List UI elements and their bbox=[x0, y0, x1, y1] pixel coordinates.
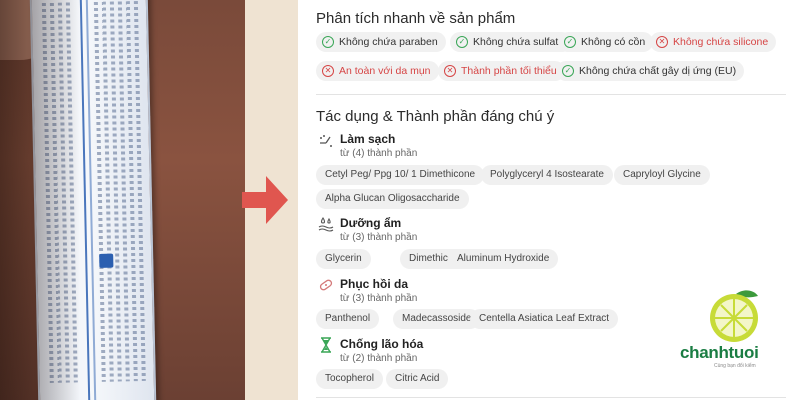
chip-silicone: ✕ Không chứa silicone bbox=[650, 32, 777, 52]
chip-acne-safe: ✕ An toàn với da mụn bbox=[316, 61, 439, 81]
chip-no-allergens: ✓ Không chứa chất gây dị ứng (EU) bbox=[556, 61, 745, 81]
lemon-logo-icon bbox=[710, 290, 758, 342]
ingredient-tag[interactable]: Glycerin bbox=[316, 249, 371, 269]
ingredient-tag[interactable]: Cetyl Peg/ Ppg 10/ 1 Dimethicone bbox=[316, 165, 485, 185]
chip-no-paraben: ✓ Không chứa paraben bbox=[316, 32, 446, 52]
category-count: từ (3) thành phần bbox=[340, 293, 418, 304]
box-logo bbox=[99, 253, 114, 268]
category-cleansing: Làm sạch bbox=[340, 132, 396, 146]
category-count: từ (4) thành phần bbox=[340, 148, 418, 159]
brand-tagline: Cùng bạn đổi kiểm bbox=[714, 363, 756, 369]
category-moisturizing: Dưỡng ẩm bbox=[340, 216, 402, 230]
hourglass-icon bbox=[321, 337, 331, 353]
chip-no-sulfate: ✓ Không chứa sulfate bbox=[450, 32, 573, 52]
check-circle-icon: ✓ bbox=[322, 36, 334, 48]
ingredient-tag[interactable]: Tocopherol bbox=[316, 369, 383, 389]
check-circle-icon: ✓ bbox=[562, 65, 574, 77]
ingredient-tag[interactable]: Alpha Glucan Oligosaccharide bbox=[316, 189, 469, 209]
product-photo bbox=[0, 0, 245, 400]
brand-name: chanhtuoi bbox=[680, 343, 759, 362]
chip-no-alcohol: ✓ Không có cồn bbox=[558, 32, 654, 52]
bottom-divider bbox=[316, 397, 786, 398]
effects-title: Tác dụng & Thành phần đáng chú ý bbox=[316, 108, 555, 125]
x-circle-icon: ✕ bbox=[444, 65, 456, 77]
category-count: từ (3) thành phần bbox=[340, 232, 418, 243]
right-arrow-icon bbox=[242, 176, 288, 224]
category-count: từ (2) thành phần bbox=[340, 353, 418, 364]
ingredient-tag[interactable]: Citric Acid bbox=[386, 369, 449, 389]
x-circle-icon: ✕ bbox=[322, 65, 334, 77]
category-anti-aging: Chống lão hóa bbox=[340, 337, 424, 351]
cleansing-icon bbox=[320, 135, 332, 147]
ingredient-tag[interactable]: Aluminum Hydroxide bbox=[448, 249, 559, 269]
ingredient-tag[interactable]: Madecassoside bbox=[393, 309, 481, 329]
section-divider bbox=[316, 94, 786, 95]
ingredient-tag[interactable]: Capryloyl Glycine bbox=[614, 165, 710, 185]
category-repair: Phục hồi da bbox=[340, 277, 409, 291]
ingredient-tag[interactable]: Centella Asiatica Leaf Extract bbox=[470, 309, 619, 329]
x-circle-icon: ✕ bbox=[656, 36, 668, 48]
ingredient-tag[interactable]: Panthenol bbox=[316, 309, 380, 329]
chip-minimal-ingredients: ✕ Thành phần tối thiểu bbox=[438, 61, 565, 81]
check-circle-icon: ✓ bbox=[456, 36, 468, 48]
check-circle-icon: ✓ bbox=[564, 36, 576, 48]
bandage-icon bbox=[319, 279, 333, 291]
moisturizing-icon bbox=[318, 217, 334, 232]
quick-analysis-title: Phân tích nhanh về sản phẩm bbox=[316, 10, 516, 27]
ingredient-tag[interactable]: Polyglyceryl 4 Isostearate bbox=[481, 165, 613, 185]
